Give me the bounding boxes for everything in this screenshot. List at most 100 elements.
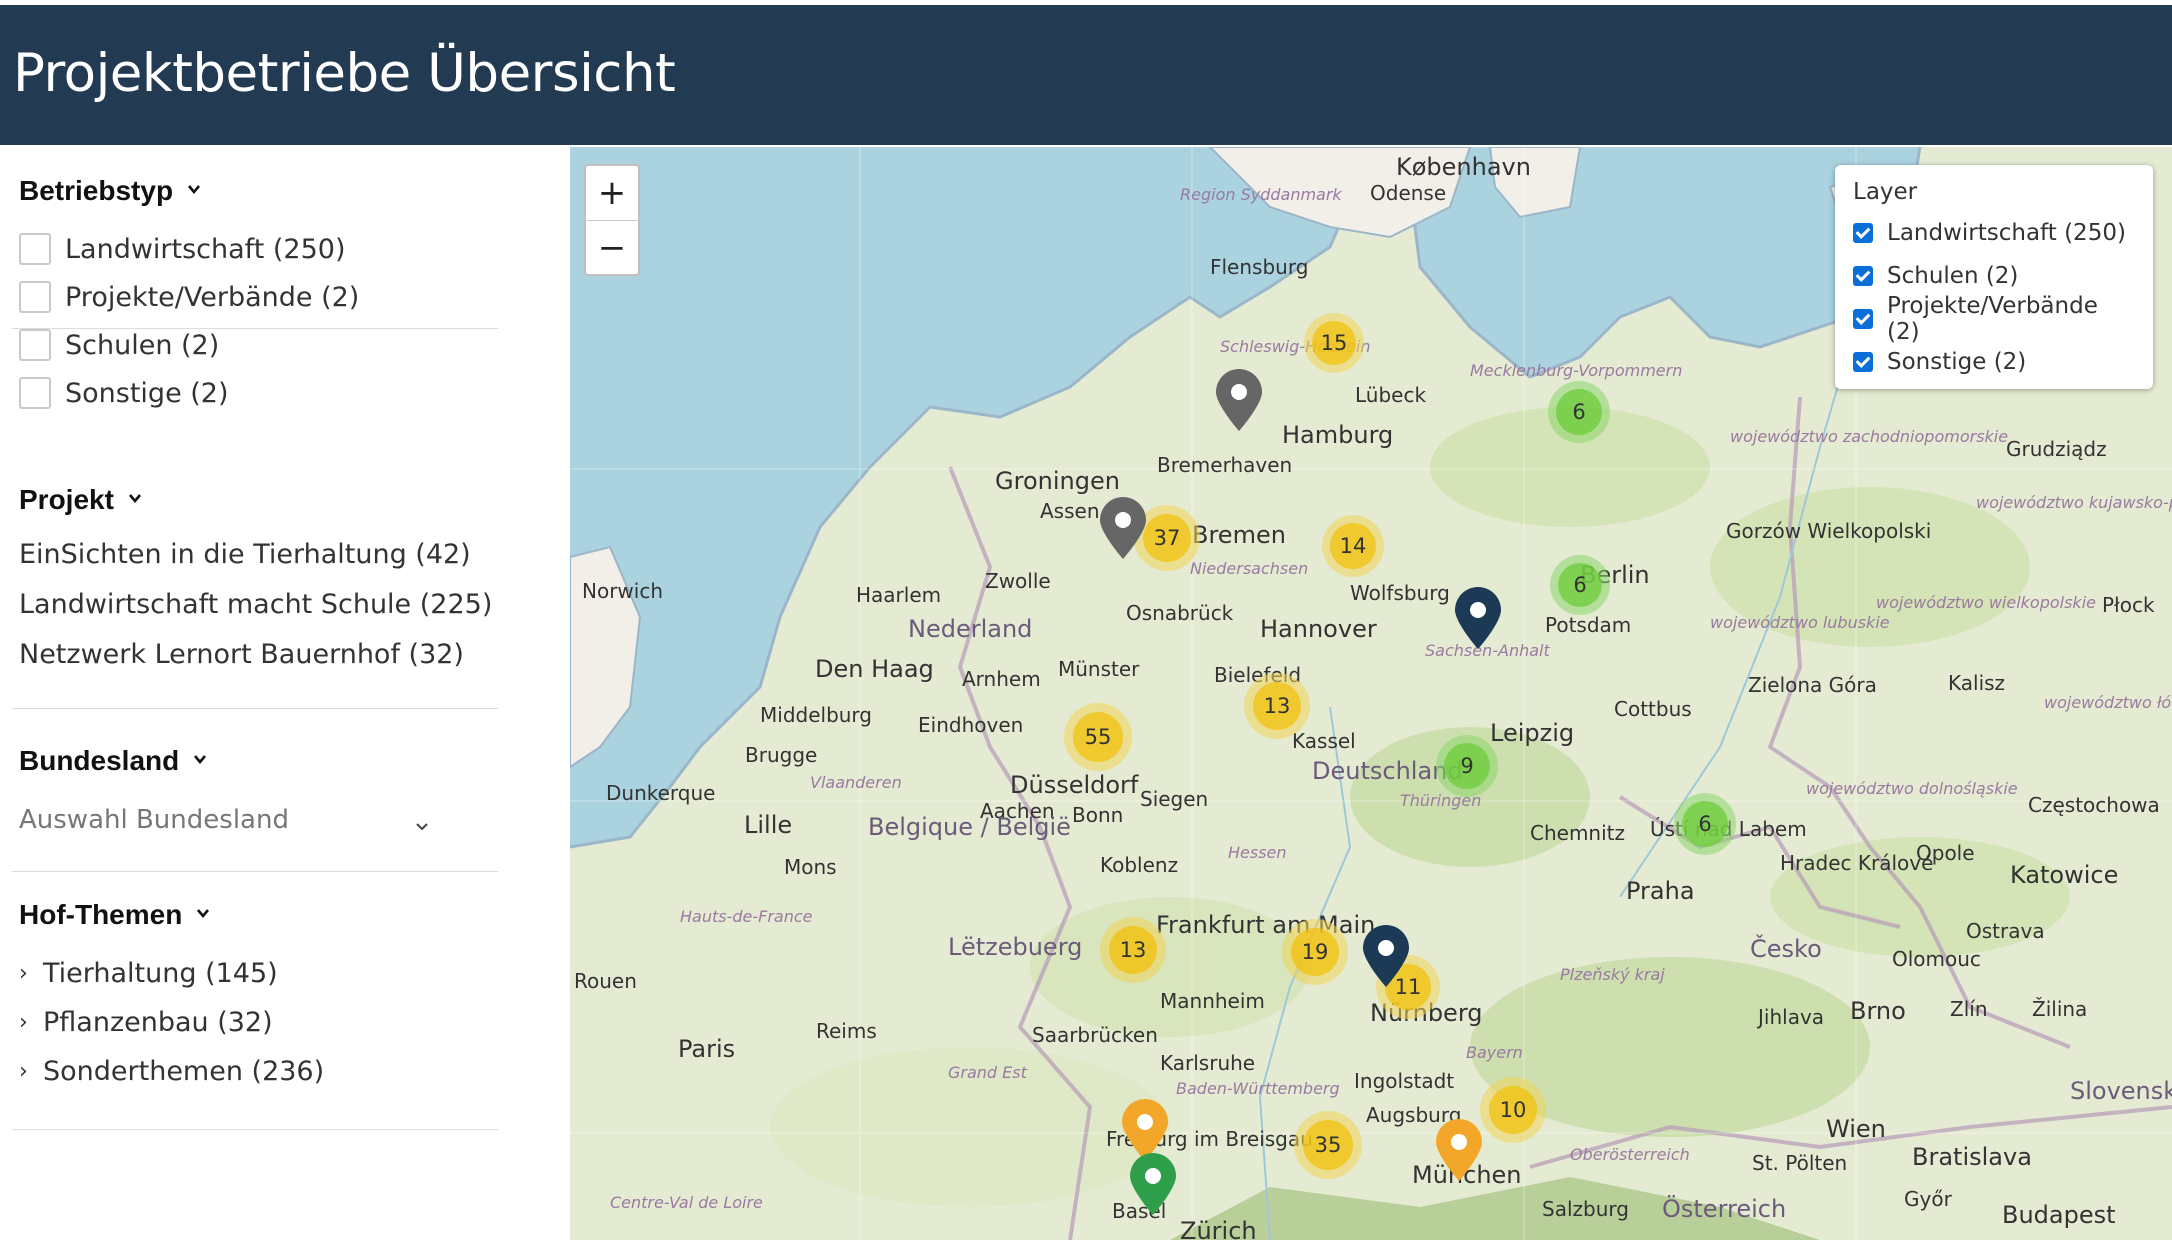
chevron-down-icon bbox=[193, 752, 207, 766]
map-cluster[interactable]: 6 bbox=[1548, 381, 1610, 443]
chevron-right-icon[interactable]: › bbox=[19, 1059, 29, 1084]
map-label: Hauts-de-France bbox=[680, 907, 813, 926]
map-marker-projekte[interactable] bbox=[1361, 925, 1411, 989]
map-label: Mons bbox=[784, 855, 837, 879]
layer-toggle-sonstige[interactable]: Sonstige (2) bbox=[1853, 340, 2135, 383]
betriebstyp-header[interactable]: Betriebstyp bbox=[19, 175, 498, 207]
checkbox-checked[interactable] bbox=[1853, 222, 1873, 243]
map-cluster[interactable]: 15 bbox=[1304, 313, 1364, 373]
map-label: Olomouc bbox=[1892, 947, 1981, 971]
map-label: Opole bbox=[1916, 841, 1975, 865]
layer-label: Landwirtschaft (250) bbox=[1887, 219, 2126, 246]
map-marker-landwirtschaft[interactable] bbox=[1128, 1153, 1178, 1217]
checkbox-checked[interactable] bbox=[1853, 351, 1873, 372]
map-label: Baden-Württemberg bbox=[1176, 1079, 1340, 1098]
map-label: Bremen bbox=[1192, 521, 1286, 549]
map-cluster[interactable]: 6 bbox=[1550, 555, 1610, 615]
filter-option-projekte[interactable]: Projekte/Verbände (2) bbox=[19, 273, 498, 321]
tree-item-sonderthemen[interactable]: › Sonderthemen (236) bbox=[19, 1047, 498, 1096]
map-label: województwo kujawsko-pomorskie bbox=[1976, 493, 2172, 512]
map-label: Bratislava bbox=[1912, 1143, 2032, 1171]
cluster-count: 19 bbox=[1301, 940, 1329, 964]
map-label: Bayern bbox=[1466, 1043, 1523, 1062]
cluster-count: 55 bbox=[1084, 725, 1112, 749]
layer-toggle-schulen[interactable]: Schulen (2) bbox=[1853, 254, 2135, 297]
select-placeholder: Auswahl Bundesland bbox=[19, 805, 289, 835]
map-label: Middelburg bbox=[760, 703, 873, 727]
map-label: Reims bbox=[816, 1019, 877, 1043]
map-label: Zlín bbox=[1950, 997, 1988, 1021]
projekt-option[interactable]: EinSichten in die Tierhaltung (42) bbox=[19, 530, 498, 580]
map-label: Nederland bbox=[908, 615, 1033, 643]
map-cluster[interactable]: 14 bbox=[1322, 515, 1384, 577]
layer-label: Schulen (2) bbox=[1887, 262, 2019, 289]
bundesland-header[interactable]: Bundesland bbox=[19, 745, 498, 777]
map-marker-projekte[interactable] bbox=[1453, 587, 1503, 651]
map-label: Rouen bbox=[574, 969, 637, 993]
map-label: Mecklenburg-Vorpommern bbox=[1470, 361, 1683, 380]
zoom-in-button[interactable]: + bbox=[586, 166, 638, 221]
hof-themen-header[interactable]: Hof-Themen bbox=[19, 899, 498, 931]
map-label: Siegen bbox=[1140, 787, 1209, 811]
tree-item-label: Pflanzenbau (32) bbox=[43, 1007, 273, 1038]
map-cluster[interactable]: 55 bbox=[1064, 703, 1132, 771]
map-label: Hamburg bbox=[1282, 421, 1394, 449]
layer-toggle-projekte[interactable]: Projekte/Verbände (2) bbox=[1853, 293, 2135, 345]
map-cluster[interactable]: 35 bbox=[1294, 1111, 1362, 1179]
filter-option-schulen[interactable]: Schulen (2) bbox=[19, 321, 498, 369]
tree-item-pflanzenbau[interactable]: › Pflanzenbau (32) bbox=[19, 998, 498, 1047]
map-view[interactable]: København Odense Region Syddanmark Flens… bbox=[570, 147, 2172, 1240]
map-marker-sonstige[interactable] bbox=[1214, 369, 1264, 433]
projekt-header[interactable]: Projekt bbox=[19, 484, 498, 516]
chevron-right-icon[interactable]: › bbox=[19, 961, 29, 986]
map-label: Groningen bbox=[995, 467, 1120, 495]
map-label: Slovensko bbox=[2070, 1077, 2172, 1105]
cluster-count: 6 bbox=[1573, 573, 1587, 597]
checkbox-checked[interactable] bbox=[1853, 308, 1873, 329]
map-label: Wolfsburg bbox=[1350, 581, 1450, 605]
map-cluster[interactable]: 13 bbox=[1100, 917, 1166, 983]
bundesland-title: Bundesland bbox=[19, 745, 180, 776]
map-label: Paris bbox=[678, 1035, 736, 1063]
cluster-count: 13 bbox=[1263, 694, 1291, 718]
checkbox[interactable] bbox=[19, 233, 51, 265]
cluster-count: 35 bbox=[1314, 1133, 1342, 1157]
map-cluster[interactable]: 19 bbox=[1282, 919, 1348, 985]
map-cluster[interactable]: 10 bbox=[1480, 1077, 1546, 1143]
cluster-count: 37 bbox=[1153, 526, 1181, 550]
map-label: Odense bbox=[1370, 181, 1447, 205]
checkbox[interactable] bbox=[19, 281, 51, 313]
checkbox-checked[interactable] bbox=[1853, 265, 1873, 286]
map-marker-schulen[interactable] bbox=[1434, 1119, 1484, 1183]
map-marker-sonstige[interactable] bbox=[1098, 497, 1148, 561]
map-label: Hradec Králové bbox=[1780, 851, 1934, 875]
map-cluster[interactable]: 13 bbox=[1244, 673, 1310, 739]
map-label: Dunkerque bbox=[606, 781, 716, 805]
map-label: Žilina bbox=[2032, 997, 2088, 1021]
map-label: Assen bbox=[1040, 499, 1100, 523]
tree-item-label: Sonderthemen (236) bbox=[43, 1056, 325, 1087]
filter-option-sonstige[interactable]: Sonstige (2) bbox=[19, 369, 498, 417]
layer-control: Layer Landwirtschaft (250) Schulen (2) P… bbox=[1835, 165, 2153, 389]
map-label: województwo dolnośląskie bbox=[1806, 779, 2018, 798]
map-cluster[interactable]: 9 bbox=[1436, 735, 1498, 797]
projekt-option[interactable]: Landwirtschaft macht Schule (225) bbox=[19, 580, 498, 630]
filter-section-projekt: Projekt EinSichten in die Tierhaltung (4… bbox=[12, 484, 498, 709]
map-label: województwo wielkopolskie bbox=[1876, 593, 2096, 612]
chevron-right-icon[interactable]: › bbox=[19, 1010, 29, 1035]
layer-toggle-landwirtschaft[interactable]: Landwirtschaft (250) bbox=[1853, 211, 2135, 254]
projekt-title: Projekt bbox=[19, 484, 114, 515]
map-label: Eindhoven bbox=[918, 713, 1024, 737]
map-label: Częstochowa bbox=[2028, 793, 2160, 817]
bundesland-select[interactable]: Auswahl Bundesland bbox=[19, 795, 429, 845]
tree-item-tierhaltung[interactable]: › Tierhaltung (145) bbox=[19, 949, 498, 998]
map-label: województwo łódzkie bbox=[2044, 693, 2172, 712]
filter-option-landwirtschaft[interactable]: Landwirtschaft (250) bbox=[19, 225, 498, 273]
map-label: Bremerhaven bbox=[1157, 453, 1293, 477]
zoom-out-button[interactable]: − bbox=[586, 221, 638, 275]
checkbox[interactable] bbox=[19, 329, 51, 361]
map-cluster[interactable]: 6 bbox=[1674, 793, 1736, 855]
checkbox[interactable] bbox=[19, 377, 51, 409]
projekt-option[interactable]: Netzwerk Lernort Bauernhof (32) bbox=[19, 630, 498, 680]
cluster-count: 14 bbox=[1339, 534, 1367, 558]
